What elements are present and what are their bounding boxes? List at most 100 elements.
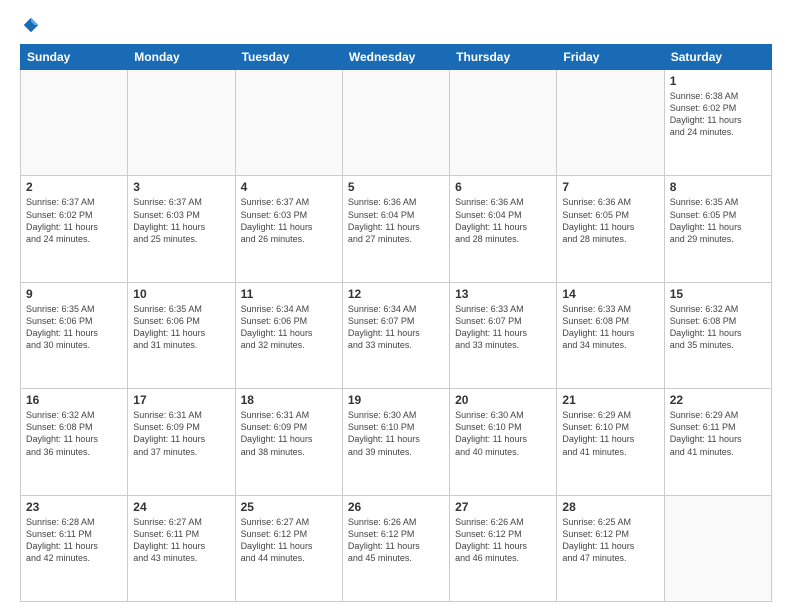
calendar-cell: 24Sunrise: 6:27 AM Sunset: 6:11 PM Dayli… — [128, 495, 235, 601]
calendar-cell: 3 Sunrise: 6:37 AM Sunset: 6:03 PM Daylig… — [128, 176, 235, 282]
page: SundayMondayTuesdayWednesdayThursdayFrid… — [0, 0, 792, 612]
day-number: 28 — [562, 500, 658, 514]
calendar-cell — [128, 70, 235, 176]
day-info: Sunrise: 6:34 AM Sunset: 6:07 PM Dayligh… — [348, 303, 444, 352]
day-info: Sunrise: 6:27 AM Sunset: 6:12 PM Dayligh… — [241, 516, 337, 565]
week-row-0: 1Sunrise: 6:38 AM Sunset: 6:02 PM Daylig… — [21, 70, 772, 176]
day-info: Sunrise: 6:27 AM Sunset: 6:11 PM Dayligh… — [133, 516, 229, 565]
day-info: Sunrise: 6:36 AM Sunset: 6:04 PM Dayligh… — [455, 196, 551, 245]
day-info: Sunrise: 6:32 AM Sunset: 6:08 PM Dayligh… — [670, 303, 766, 352]
day-info: Sunrise: 6:32 AM Sunset: 6:08 PM Dayligh… — [26, 409, 122, 458]
calendar-cell: 21 Sunrise: 6:29 AM Sunset: 6:10 PM Dayli… — [557, 389, 664, 495]
day-info: Sunrise: 6:35 AM Sunset: 6:06 PM Dayligh… — [26, 303, 122, 352]
day-info: Sunrise: 6:34 AM Sunset: 6:06 PM Dayligh… — [241, 303, 337, 352]
weekday-header-row: SundayMondayTuesdayWednesdayThursdayFrid… — [21, 45, 772, 70]
day-info: Sunrise: 6:29 AM Sunset: 6:11 PM Dayligh… — [670, 409, 766, 458]
calendar-cell: 20 Sunrise: 6:30 AM Sunset: 6:10 PM Dayli… — [450, 389, 557, 495]
calendar-cell: 15 Sunrise: 6:32 AM Sunset: 6:08 PM Dayli… — [664, 282, 771, 388]
calendar-cell — [342, 70, 449, 176]
day-number: 27 — [455, 500, 551, 514]
calendar-cell: 5Sunrise: 6:36 AM Sunset: 6:04 PM Daylig… — [342, 176, 449, 282]
day-info: Sunrise: 6:30 AM Sunset: 6:10 PM Dayligh… — [455, 409, 551, 458]
day-number: 14 — [562, 287, 658, 301]
calendar-cell: 16 Sunrise: 6:32 AM Sunset: 6:08 PM Dayli… — [21, 389, 128, 495]
day-number: 20 — [455, 393, 551, 407]
calendar-cell — [450, 70, 557, 176]
weekday-tuesday: Tuesday — [235, 45, 342, 70]
calendar-cell: 18 Sunrise: 6:31 AM Sunset: 6:09 PM Dayli… — [235, 389, 342, 495]
day-number: 2 — [26, 180, 122, 194]
calendar-cell — [664, 495, 771, 601]
day-number: 21 — [562, 393, 658, 407]
calendar-cell: 6 Sunrise: 6:36 AM Sunset: 6:04 PM Daylig… — [450, 176, 557, 282]
day-info: Sunrise: 6:25 AM Sunset: 6:12 PM Dayligh… — [562, 516, 658, 565]
week-row-1: 2 Sunrise: 6:37 AM Sunset: 6:02 PM Daylig… — [21, 176, 772, 282]
calendar-cell: 14 Sunrise: 6:33 AM Sunset: 6:08 PM Dayli… — [557, 282, 664, 388]
logo — [20, 16, 40, 34]
day-number: 8 — [670, 180, 766, 194]
calendar-cell: 9 Sunrise: 6:35 AM Sunset: 6:06 PM Daylig… — [21, 282, 128, 388]
calendar-cell: 4 Sunrise: 6:37 AM Sunset: 6:03 PM Daylig… — [235, 176, 342, 282]
weekday-saturday: Saturday — [664, 45, 771, 70]
week-row-2: 9 Sunrise: 6:35 AM Sunset: 6:06 PM Daylig… — [21, 282, 772, 388]
day-info: Sunrise: 6:31 AM Sunset: 6:09 PM Dayligh… — [133, 409, 229, 458]
calendar-cell: 10 Sunrise: 6:35 AM Sunset: 6:06 PM Dayli… — [128, 282, 235, 388]
day-info: Sunrise: 6:30 AM Sunset: 6:10 PM Dayligh… — [348, 409, 444, 458]
day-info: Sunrise: 6:37 AM Sunset: 6:03 PM Dayligh… — [241, 196, 337, 245]
calendar-cell: 28 Sunrise: 6:25 AM Sunset: 6:12 PM Dayli… — [557, 495, 664, 601]
day-info: Sunrise: 6:26 AM Sunset: 6:12 PM Dayligh… — [348, 516, 444, 565]
weekday-monday: Monday — [128, 45, 235, 70]
calendar-table: SundayMondayTuesdayWednesdayThursdayFrid… — [20, 44, 772, 602]
calendar-cell: 26 Sunrise: 6:26 AM Sunset: 6:12 PM Dayli… — [342, 495, 449, 601]
day-number: 17 — [133, 393, 229, 407]
weekday-sunday: Sunday — [21, 45, 128, 70]
calendar-cell: 8 Sunrise: 6:35 AM Sunset: 6:05 PM Daylig… — [664, 176, 771, 282]
day-info: Sunrise: 6:36 AM Sunset: 6:05 PM Dayligh… — [562, 196, 658, 245]
day-info: Sunrise: 6:37 AM Sunset: 6:03 PM Dayligh… — [133, 196, 229, 245]
calendar-cell: 17 Sunrise: 6:31 AM Sunset: 6:09 PM Dayli… — [128, 389, 235, 495]
day-number: 23 — [26, 500, 122, 514]
day-number: 18 — [241, 393, 337, 407]
day-number: 22 — [670, 393, 766, 407]
day-number: 26 — [348, 500, 444, 514]
calendar-cell: 7 Sunrise: 6:36 AM Sunset: 6:05 PM Daylig… — [557, 176, 664, 282]
calendar-cell — [235, 70, 342, 176]
day-number: 6 — [455, 180, 551, 194]
calendar-cell: 13Sunrise: 6:33 AM Sunset: 6:07 PM Dayli… — [450, 282, 557, 388]
week-row-4: 23 Sunrise: 6:28 AM Sunset: 6:11 PM Dayli… — [21, 495, 772, 601]
day-number: 19 — [348, 393, 444, 407]
day-number: 9 — [26, 287, 122, 301]
day-info: Sunrise: 6:35 AM Sunset: 6:06 PM Dayligh… — [133, 303, 229, 352]
day-info: Sunrise: 6:36 AM Sunset: 6:04 PM Dayligh… — [348, 196, 444, 245]
calendar-cell — [557, 70, 664, 176]
header — [20, 16, 772, 34]
day-info: Sunrise: 6:33 AM Sunset: 6:08 PM Dayligh… — [562, 303, 658, 352]
calendar-cell: 22 Sunrise: 6:29 AM Sunset: 6:11 PM Dayli… — [664, 389, 771, 495]
day-info: Sunrise: 6:28 AM Sunset: 6:11 PM Dayligh… — [26, 516, 122, 565]
day-number: 3 — [133, 180, 229, 194]
day-number: 15 — [670, 287, 766, 301]
calendar-cell: 11Sunrise: 6:34 AM Sunset: 6:06 PM Dayli… — [235, 282, 342, 388]
calendar-cell: 27 Sunrise: 6:26 AM Sunset: 6:12 PM Dayli… — [450, 495, 557, 601]
day-info: Sunrise: 6:29 AM Sunset: 6:10 PM Dayligh… — [562, 409, 658, 458]
day-info: Sunrise: 6:26 AM Sunset: 6:12 PM Dayligh… — [455, 516, 551, 565]
day-number: 25 — [241, 500, 337, 514]
day-info: Sunrise: 6:35 AM Sunset: 6:05 PM Dayligh… — [670, 196, 766, 245]
day-number: 4 — [241, 180, 337, 194]
calendar-cell: 19 Sunrise: 6:30 AM Sunset: 6:10 PM Dayli… — [342, 389, 449, 495]
day-info: Sunrise: 6:31 AM Sunset: 6:09 PM Dayligh… — [241, 409, 337, 458]
calendar-cell: 25 Sunrise: 6:27 AM Sunset: 6:12 PM Dayli… — [235, 495, 342, 601]
calendar-cell: 2 Sunrise: 6:37 AM Sunset: 6:02 PM Daylig… — [21, 176, 128, 282]
weekday-thursday: Thursday — [450, 45, 557, 70]
weekday-friday: Friday — [557, 45, 664, 70]
day-number: 1 — [670, 74, 766, 88]
weekday-wednesday: Wednesday — [342, 45, 449, 70]
calendar-cell: 1Sunrise: 6:38 AM Sunset: 6:02 PM Daylig… — [664, 70, 771, 176]
day-number: 16 — [26, 393, 122, 407]
logo-icon — [22, 16, 40, 34]
day-info: Sunrise: 6:37 AM Sunset: 6:02 PM Dayligh… — [26, 196, 122, 245]
day-number: 10 — [133, 287, 229, 301]
day-number: 7 — [562, 180, 658, 194]
calendar-cell — [21, 70, 128, 176]
day-number: 12 — [348, 287, 444, 301]
